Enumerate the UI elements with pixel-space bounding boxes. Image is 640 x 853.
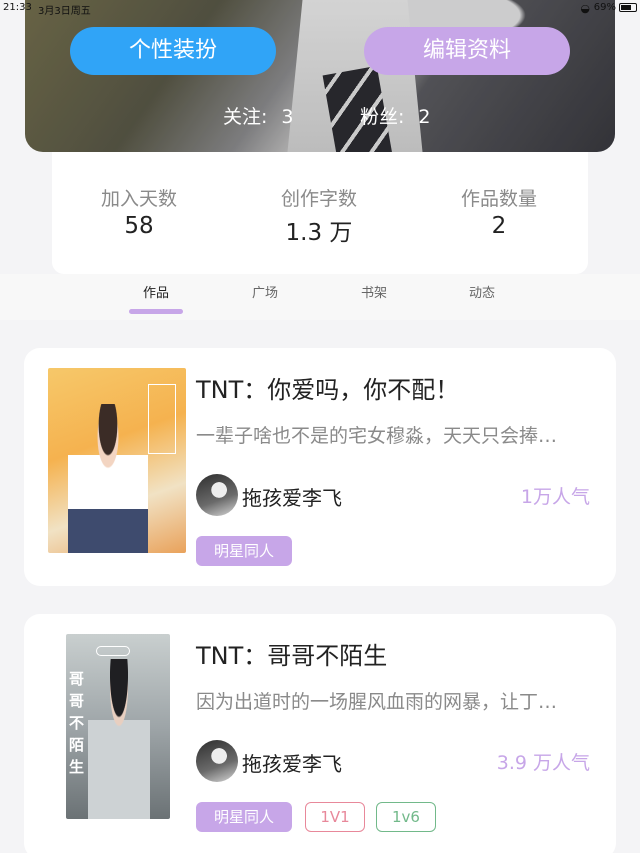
tab-label: 动态 bbox=[468, 286, 495, 301]
banner-overlay bbox=[25, 0, 615, 152]
stat-join-days: 加入天数 58 bbox=[69, 184, 209, 239]
popularity-count: 3.9 万人气 bbox=[496, 752, 590, 774]
tab-indicator bbox=[238, 309, 292, 314]
cover-figure bbox=[68, 404, 148, 553]
work-cover-image[interactable] bbox=[48, 368, 186, 553]
stat-label: 加入天数 bbox=[100, 188, 177, 210]
fans-value: 2 bbox=[418, 106, 431, 128]
author-avatar[interactable] bbox=[196, 740, 238, 782]
status-date: 3月3日周五 bbox=[38, 6, 91, 17]
stats-card: 加入天数 58 创作字数 1.3 万 作品数量 2 bbox=[52, 152, 588, 274]
tab-bar: 作品 广场 书架 动态 bbox=[0, 274, 640, 320]
profile-banner: 个性装扮 编辑资料 关注: 3 粉丝: 2 bbox=[25, 0, 615, 152]
cover-figure bbox=[88, 659, 150, 819]
stat-value: 58 bbox=[124, 213, 154, 239]
dress-up-button[interactable]: 个性装扮 bbox=[70, 27, 276, 75]
work-title[interactable]: TNT：你爱吗，你不配！ bbox=[196, 370, 459, 405]
tab-square[interactable]: 广场 bbox=[235, 282, 295, 314]
author-avatar[interactable] bbox=[196, 474, 238, 516]
wifi-icon: ◒ bbox=[580, 2, 590, 15]
work-title[interactable]: TNT：哥哥不陌生 bbox=[196, 636, 387, 671]
following-label: 关注: bbox=[223, 106, 268, 128]
edit-profile-button[interactable]: 编辑资料 bbox=[364, 27, 570, 75]
popularity-count: 1万人气 bbox=[520, 486, 590, 508]
relationship-tag-1v1[interactable]: 1V1 bbox=[305, 802, 365, 832]
stat-label: 作品数量 bbox=[460, 188, 537, 210]
relationship-tag-1v6[interactable]: 1v6 bbox=[376, 802, 436, 832]
status-bar: 21:33 3月3日周五 ◒ 69% bbox=[0, 0, 640, 17]
fans-label: 粉丝: bbox=[360, 106, 405, 128]
genre-tag[interactable]: 明星同人 bbox=[196, 802, 292, 832]
work-card[interactable]: 哥哥不陌生 TNT：哥哥不陌生 因为出道时的一场腥风血雨的网暴，让丁… 拖孩爱李… bbox=[24, 614, 616, 853]
tab-active-indicator bbox=[129, 309, 183, 314]
tab-label: 广场 bbox=[251, 286, 278, 301]
author-name[interactable]: 拖孩爱李飞 bbox=[242, 748, 342, 777]
work-description: 因为出道时的一场腥风血雨的网暴，让丁… bbox=[196, 691, 558, 713]
tab-works[interactable]: 作品 bbox=[126, 282, 186, 314]
battery-icon bbox=[619, 3, 637, 12]
fans-count[interactable]: 粉丝: 2 bbox=[360, 102, 431, 129]
genre-tag[interactable]: 明星同人 bbox=[196, 536, 292, 566]
author-name[interactable]: 拖孩爱李飞 bbox=[242, 482, 342, 511]
stat-word-count: 创作字数 1.3 万 bbox=[249, 184, 389, 247]
work-cover-image[interactable]: 哥哥不陌生 bbox=[66, 634, 170, 819]
cover-decoration bbox=[148, 384, 176, 454]
stat-work-count: 作品数量 2 bbox=[429, 184, 569, 239]
tab-activity[interactable]: 动态 bbox=[452, 282, 512, 314]
stat-value: 1.3 万 bbox=[285, 220, 353, 246]
following-value: 3 bbox=[281, 106, 294, 128]
tab-indicator bbox=[455, 309, 509, 314]
tab-indicator bbox=[347, 309, 401, 314]
stat-label: 创作字数 bbox=[280, 188, 357, 210]
cover-title-text: 哥哥不陌生 bbox=[69, 670, 85, 776]
stat-value: 2 bbox=[491, 213, 507, 239]
work-card[interactable]: TNT：你爱吗，你不配！ 一辈子啥也不是的宅女穆淼，天天只会捧… 拖孩爱李飞 1… bbox=[24, 348, 616, 586]
status-time: 21:33 bbox=[3, 2, 32, 13]
tab-bookshelf[interactable]: 书架 bbox=[344, 282, 404, 314]
battery-percent: 69% bbox=[593, 2, 616, 13]
cover-decoration bbox=[96, 646, 130, 656]
tab-label: 作品 bbox=[142, 286, 169, 301]
tab-label: 书架 bbox=[360, 286, 387, 301]
following-count[interactable]: 关注: 3 bbox=[223, 102, 294, 129]
work-description: 一辈子啥也不是的宅女穆淼，天天只会捧… bbox=[196, 425, 558, 447]
